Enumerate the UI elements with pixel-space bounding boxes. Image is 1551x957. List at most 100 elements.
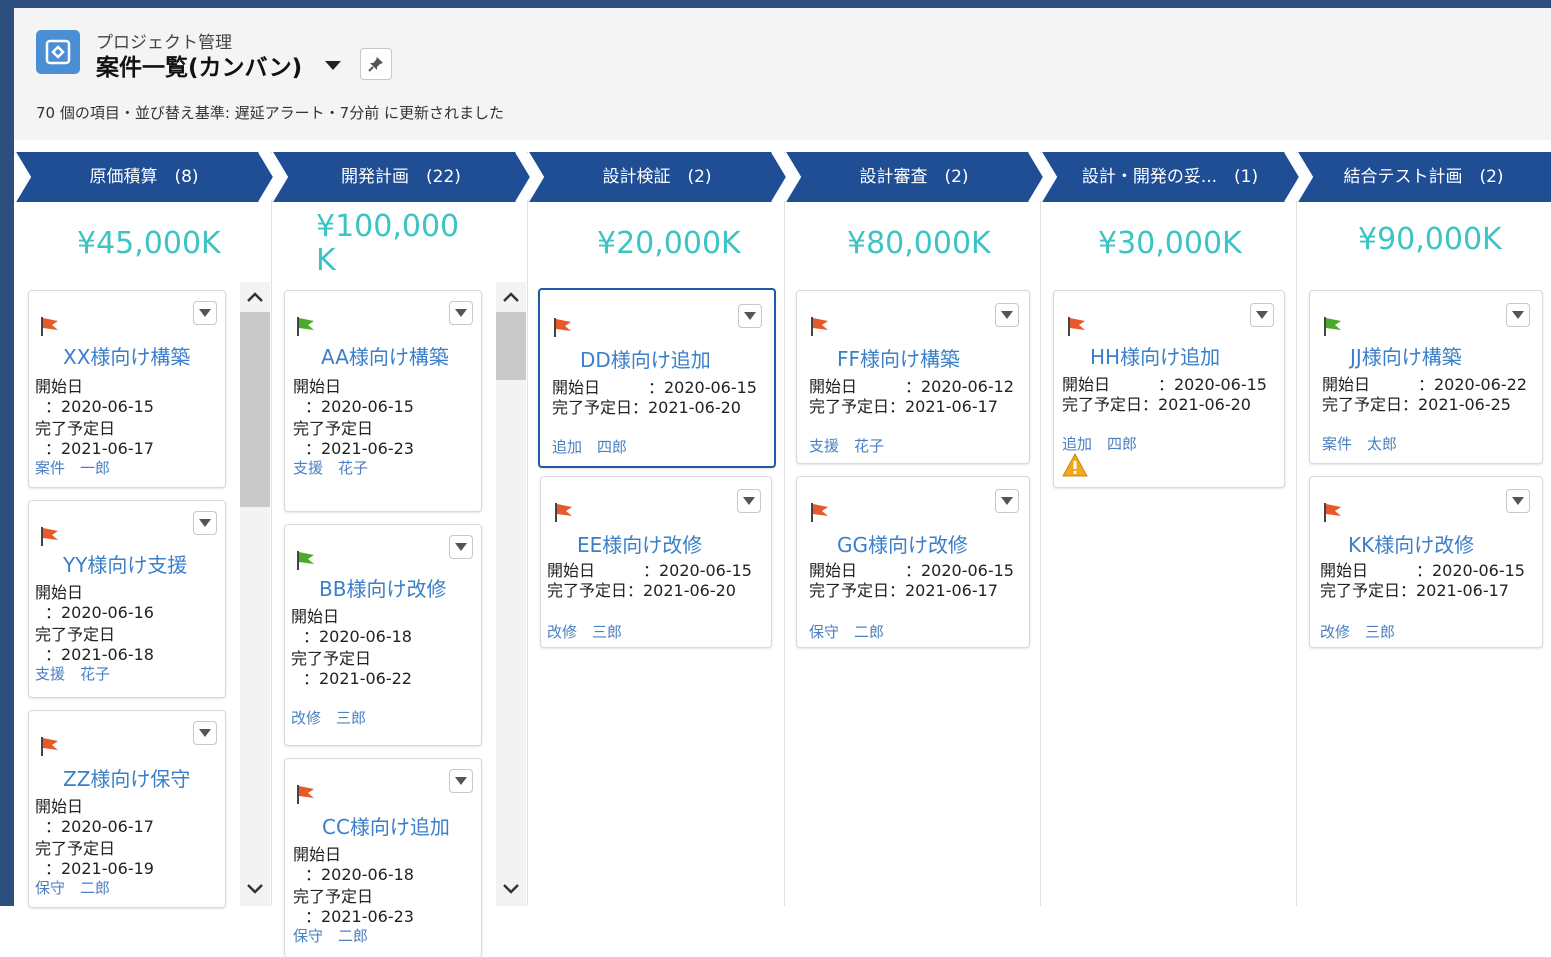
opportunity-card[interactable]: FF様向け構築 開始日 ：2020-06-12 完了予定日：2021-06-17… xyxy=(796,290,1030,464)
opportunity-card[interactable]: GG様向け改修 開始日 ：2020-06-15 完了予定日：2021-06-17… xyxy=(796,476,1030,648)
card-owner[interactable]: 追加 四郎 xyxy=(552,436,627,457)
kanban-app-icon xyxy=(36,30,80,74)
stage-label: 原価積算 (8) xyxy=(89,167,199,187)
card-owner[interactable]: 保守 二郎 xyxy=(809,621,884,642)
opportunity-card[interactable]: BB様向け改修 開始日 ：2020-06-18 完了予定日 ：2021-06-2… xyxy=(284,524,482,746)
end-line: 完了予定日：2021-06-17 xyxy=(809,397,998,416)
stage-header-1[interactable]: 原価積算 (8) xyxy=(14,152,274,202)
flag-icon xyxy=(1068,317,1085,336)
card-menu-button[interactable] xyxy=(738,304,762,328)
end-line: 完了予定日：2021-06-20 xyxy=(547,581,736,600)
stage-header-4[interactable]: 設計審査 (2) xyxy=(784,152,1044,202)
card-owner[interactable]: 支援 花子 xyxy=(293,457,368,478)
stage-label: 設計審査 (2) xyxy=(859,167,969,187)
scrollbar-thumb[interactable] xyxy=(496,312,526,380)
card-title[interactable]: KK様向け改修 xyxy=(1348,529,1474,558)
start-date: ：2020-06-18 xyxy=(305,865,414,884)
opportunity-card[interactable]: EE様向け改修 開始日 ：2020-06-15 完了予定日：2021-06-20… xyxy=(540,476,772,648)
pin-icon xyxy=(368,57,383,72)
card-owner[interactable]: 支援 花子 xyxy=(35,663,110,684)
end-line: 完了予定日：2021-06-17 xyxy=(1320,581,1509,600)
card-menu-button[interactable] xyxy=(995,303,1019,327)
stage-label: 設計検証 (2) xyxy=(602,167,712,187)
opportunity-card[interactable]: HH様向け追加 開始日 ：2020-06-15 完了予定日：2021-06-20… xyxy=(1053,290,1285,488)
column-total: ¥80,000K xyxy=(847,226,991,261)
card-title[interactable]: HH様向け追加 xyxy=(1090,341,1220,370)
scrollbar-thumb[interactable] xyxy=(240,312,270,507)
card-owner[interactable]: 保守 二郎 xyxy=(293,925,368,946)
card-title[interactable]: CC様向け追加 xyxy=(322,811,450,840)
stage-header-5[interactable]: 設計・開発の妥... (1) xyxy=(1040,152,1300,202)
column-divider xyxy=(1040,202,1041,906)
opportunity-card[interactable]: AA様向け構築 開始日 ：2020-06-15 完了予定日 ：2021-06-2… xyxy=(284,290,482,512)
opportunity-card[interactable]: ZZ様向け保守 開始日 ：2020-06-17 完了予定日 ：2021-06-1… xyxy=(28,710,226,908)
start-date: ：2020-06-16 xyxy=(45,603,154,622)
card-owner[interactable]: 追加 四郎 xyxy=(1062,433,1137,454)
scroll-down-icon xyxy=(247,884,263,894)
scroll-down-icon xyxy=(503,884,519,894)
card-title[interactable]: GG様向け改修 xyxy=(837,529,968,558)
card-title[interactable]: JJ様向け構築 xyxy=(1350,341,1462,370)
card-owner[interactable]: 支援 花子 xyxy=(809,435,884,456)
card-title[interactable]: FF様向け構築 xyxy=(837,343,960,372)
column-divider xyxy=(271,202,272,906)
column-divider xyxy=(1296,202,1297,906)
column-total: ¥30,000K xyxy=(1098,226,1242,261)
card-owner[interactable]: 改修 三郎 xyxy=(1320,621,1395,642)
card-menu-button[interactable] xyxy=(737,489,761,513)
card-menu-button[interactable] xyxy=(193,301,217,325)
column-total-line1: ¥100,000 xyxy=(316,209,460,244)
left-band xyxy=(0,0,14,906)
card-menu-button[interactable] xyxy=(449,769,473,793)
view-switcher-chevron-down-icon[interactable] xyxy=(322,56,344,74)
card-owner[interactable]: 改修 三郎 xyxy=(547,621,622,642)
card-title[interactable]: AA様向け構築 xyxy=(321,341,449,370)
stage-header-2[interactable]: 開発計画 (22) xyxy=(271,152,531,202)
card-menu-button[interactable] xyxy=(1250,303,1274,327)
card-title[interactable]: EE様向け改修 xyxy=(577,529,702,558)
start-date: ：2020-06-17 xyxy=(45,817,154,836)
card-menu-button[interactable] xyxy=(1506,489,1530,513)
opportunity-card[interactable]: YY様向け支援 開始日 ：2020-06-16 完了予定日 ：2021-06-1… xyxy=(28,500,226,698)
flag-icon xyxy=(297,317,314,336)
card-menu-button[interactable] xyxy=(449,535,473,559)
card-owner[interactable]: 保守 二郎 xyxy=(35,877,110,898)
scroll-up-icon xyxy=(247,292,263,302)
card-menu-button[interactable] xyxy=(1506,303,1530,327)
opportunity-card[interactable]: XX様向け構築 開始日 ：2020-06-15 完了予定日 ：2021-06-1… xyxy=(28,290,226,488)
card-title[interactable]: ZZ様向け保守 xyxy=(63,763,190,792)
stage-header-6[interactable]: 結合テスト計画 (2) xyxy=(1296,152,1551,202)
column-scrollbar[interactable] xyxy=(240,282,270,906)
end-date: ：2021-06-22 xyxy=(303,669,412,688)
opportunity-card[interactable]: JJ様向け構築 開始日 ：2020-06-22 完了予定日：2021-06-25… xyxy=(1309,290,1543,464)
start-date: ：2020-06-15 xyxy=(305,397,414,416)
end-line: 完了予定日：2021-06-20 xyxy=(552,398,741,417)
stage-label: 開発計画 (22) xyxy=(341,167,461,187)
stage-header-3[interactable]: 設計検証 (2) xyxy=(527,152,787,202)
flag-icon xyxy=(41,527,58,546)
end-date: ：2021-06-23 xyxy=(305,439,414,458)
page-title[interactable]: 案件一覧(カンバン) xyxy=(96,48,302,82)
opportunity-card[interactable]: CC様向け追加 開始日 ：2020-06-18 完了予定日 ：2021-06-2… xyxy=(284,758,482,957)
opportunity-card-selected[interactable]: DD様向け追加 開始日 ：2020-06-15 完了予定日：2021-06-20… xyxy=(538,288,776,468)
card-title[interactable]: DD様向け追加 xyxy=(580,344,711,373)
opportunity-card[interactable]: KK様向け改修 開始日 ：2020-06-15 完了予定日：2021-06-17… xyxy=(1309,476,1543,648)
flag-icon xyxy=(811,317,828,336)
flag-icon xyxy=(297,785,314,804)
column-total: ¥20,000K xyxy=(597,226,741,261)
card-title[interactable]: XX様向け構築 xyxy=(63,341,190,370)
card-owner[interactable]: 案件 太郎 xyxy=(1322,433,1397,454)
card-menu-button[interactable] xyxy=(449,301,473,325)
pin-view-button[interactable] xyxy=(360,48,392,80)
stage-label: 設計・開発の妥... (1) xyxy=(1081,167,1259,187)
flag-icon xyxy=(555,503,572,522)
card-menu-button[interactable] xyxy=(193,511,217,535)
column-scrollbar[interactable] xyxy=(496,282,526,906)
card-owner[interactable]: 案件 一郎 xyxy=(35,457,110,478)
card-menu-button[interactable] xyxy=(193,721,217,745)
list-view-header: プロジェクト管理 案件一覧(カンバン) 70 個の項目・並び替え基準: 遅延アラ… xyxy=(14,8,1551,141)
card-menu-button[interactable] xyxy=(995,489,1019,513)
card-title[interactable]: BB様向け改修 xyxy=(319,573,446,602)
card-title[interactable]: YY様向け支援 xyxy=(63,549,187,578)
card-owner[interactable]: 改修 三郎 xyxy=(291,707,366,728)
